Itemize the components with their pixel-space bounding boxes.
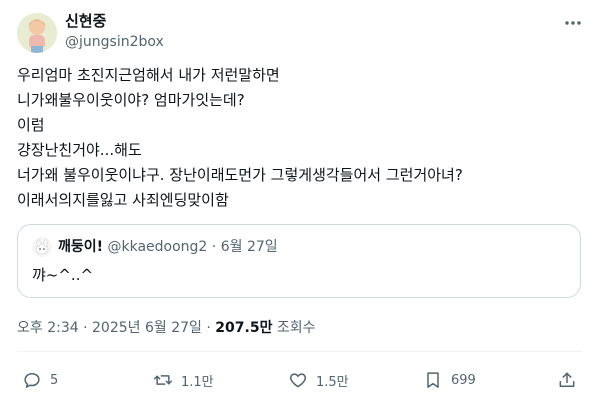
quoted-tweet-card[interactable]: 깨둥이! @kkaedoong2 · 6월 27일 꺄~^..^ xyxy=(17,224,581,298)
heart-icon xyxy=(289,373,307,388)
share-icon xyxy=(559,372,575,387)
share-button[interactable] xyxy=(557,366,577,394)
quoted-author-avatar xyxy=(32,237,52,257)
views-label: 조회수 xyxy=(276,320,316,336)
retweet-button[interactable]: 1.1만 xyxy=(153,366,214,394)
author-name[interactable]: 신현중 xyxy=(65,11,106,31)
like-count: 1.5만 xyxy=(316,374,349,390)
divider xyxy=(17,351,582,352)
tweet-line: 이래서의지를잃고 사죄엔딩맞이함 xyxy=(17,191,229,209)
quoted-author-name[interactable]: 깨둥이! xyxy=(58,239,103,255)
avatar-image xyxy=(32,237,52,257)
reply-count: 5 xyxy=(50,372,59,388)
views-count: 207.5만 xyxy=(215,320,273,336)
quoted-tweet-date[interactable]: 6월 27일 xyxy=(221,239,278,255)
tweet-time[interactable]: 오후 2:34 xyxy=(17,320,79,336)
more-horizontal-icon xyxy=(565,21,581,25)
tweet-text: 우리엄마 초진지근엄해서 내가 저런말하면 니가왜불우이웃이야? 엄마가잇는데?… xyxy=(17,63,587,213)
separator-dot: · xyxy=(211,239,217,255)
tweet-line: 너가왜 불우이웃이냐구. 장난이래도먼가 그렇게생각들어서 그런거아녀? xyxy=(17,166,463,184)
like-button[interactable]: 1.5만 xyxy=(288,366,349,394)
quoted-tweet-header: 깨둥이! @kkaedoong2 · 6월 27일 xyxy=(58,237,278,257)
tweet-date[interactable]: 2025년 6월 27일 xyxy=(92,320,202,336)
author-handle[interactable]: @jungsin2box xyxy=(65,32,164,52)
reply-button[interactable]: 5 xyxy=(22,366,58,394)
action-bar: 5 1.1만 1.5만 699 xyxy=(0,366,599,394)
avatar-image xyxy=(17,13,57,53)
reply-icon xyxy=(24,373,40,388)
separator-dot: · xyxy=(83,320,88,336)
bookmark-count: 699 xyxy=(451,372,476,388)
tweet-line: 우리엄마 초진지근엄해서 내가 저런말하면 xyxy=(17,66,280,84)
tweet-meta: 오후 2:34 · 2025년 6월 27일 · 207.5만 조회수 xyxy=(17,318,316,338)
tweet-line: 걍장난친거야...해도 xyxy=(17,141,142,159)
bookmark-icon xyxy=(427,372,439,388)
separator-dot: · xyxy=(206,320,211,336)
author-avatar[interactable] xyxy=(17,13,57,53)
tweet-line: 니가왜불우이웃이야? 엄마가잇는데? xyxy=(17,91,245,109)
retweet-count: 1.1만 xyxy=(181,374,214,390)
quoted-tweet-text: 꺄~^..^ xyxy=(32,266,94,284)
more-button[interactable] xyxy=(560,10,586,36)
bookmark-button[interactable]: 699 xyxy=(423,366,476,394)
tweet-line: 이럼 xyxy=(17,116,45,134)
retweet-icon xyxy=(153,375,173,385)
quoted-author-handle[interactable]: @kkaedoong2 xyxy=(107,239,207,255)
